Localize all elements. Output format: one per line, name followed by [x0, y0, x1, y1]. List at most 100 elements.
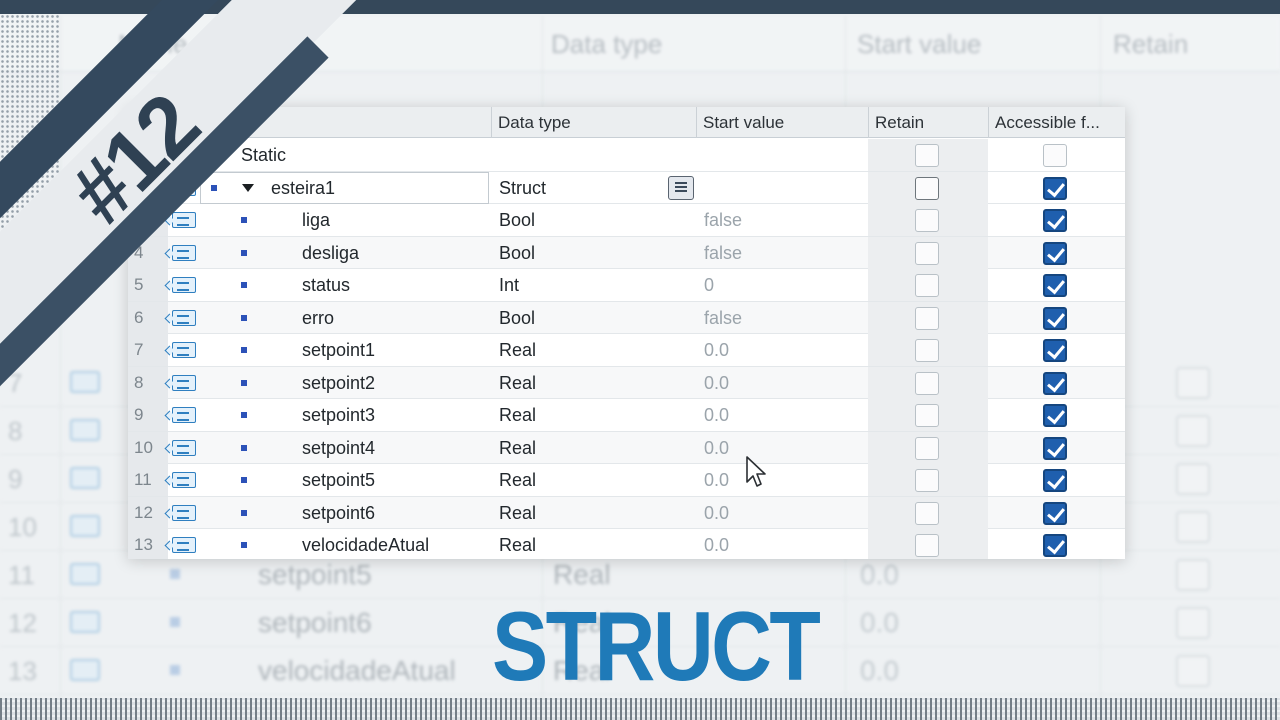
bottom-grunge-band	[0, 698, 1280, 720]
row-start-value[interactable]: 0.0	[704, 367, 729, 399]
row-number	[128, 139, 168, 171]
accessible-checkbox[interactable]	[1043, 501, 1067, 525]
table-row[interactable]: 4 desliga Bool false	[128, 236, 1125, 269]
background-row-number: 11	[8, 560, 35, 590]
row-number: 8	[128, 366, 168, 399]
accessible-checkbox[interactable]	[1043, 306, 1067, 330]
table-row[interactable]: 12 setpoint6 Real 0.0	[128, 496, 1125, 529]
retain-checkbox[interactable]	[915, 306, 939, 330]
row-name[interactable]: erro	[302, 302, 334, 334]
row-start-value[interactable]: 0.0	[704, 334, 729, 366]
retain-checkbox[interactable]	[915, 404, 939, 427]
column-header-accessible[interactable]: Accessible f...	[988, 107, 1125, 138]
accessible-checkbox[interactable]	[1043, 144, 1067, 167]
retain-checkbox[interactable]	[915, 209, 939, 232]
table-row[interactable]: 8 setpoint2 Real 0.0	[128, 366, 1125, 399]
accessible-checkbox[interactable]	[1043, 339, 1067, 362]
retain-checkbox[interactable]	[915, 176, 939, 200]
row-number: 4	[128, 236, 168, 269]
accessible-checkbox[interactable]	[1043, 209, 1067, 232]
row-name[interactable]: velocidadeAtual	[302, 529, 429, 559]
row-data-type[interactable]: Real	[499, 399, 536, 431]
retain-checkbox[interactable]	[915, 371, 939, 395]
row-data-type[interactable]: Bool	[499, 204, 535, 236]
row-start-value[interactable]: 0.0	[704, 399, 729, 431]
retain-checkbox[interactable]	[915, 534, 939, 557]
row-name[interactable]: desliga	[302, 237, 359, 269]
table-row[interactable]: 11 setpoint5 Real 0.0	[128, 464, 1125, 497]
table-row[interactable]: 7 setpoint1 Real 0.0	[128, 334, 1125, 367]
background-row-start: 0.0	[860, 655, 899, 686]
row-start-value[interactable]: false	[704, 237, 742, 269]
row-data-type[interactable]: Real	[499, 529, 536, 559]
collapse-triangle-icon[interactable]	[210, 151, 222, 159]
retain-checkbox[interactable]	[915, 469, 939, 492]
row-data-type[interactable]: Real	[499, 464, 536, 496]
row-data-type[interactable]: Real	[499, 497, 536, 529]
tag-icon	[172, 537, 196, 553]
table-row[interactable]: 2 esteira1 Struct	[128, 171, 1125, 204]
accessible-checkbox[interactable]	[1043, 176, 1067, 200]
table-row[interactable]: 6 erro Bool false	[128, 301, 1125, 334]
row-name[interactable]: esteira1	[271, 172, 335, 204]
row-data-type[interactable]: Bool	[499, 302, 535, 334]
row-name[interactable]: status	[302, 269, 350, 301]
accessible-checkbox[interactable]	[1043, 241, 1067, 265]
row-name[interactable]: setpoint6	[302, 497, 375, 529]
row-start-value[interactable]: false	[704, 204, 742, 236]
row-start-value[interactable]: 0.0	[704, 464, 729, 496]
accessible-checkbox[interactable]	[1043, 371, 1067, 395]
row-name[interactable]: setpoint4	[302, 432, 375, 464]
column-header-retain[interactable]: Retain	[868, 107, 988, 138]
row-start-value[interactable]: false	[704, 302, 742, 334]
row-data-type[interactable]: Struct	[499, 172, 546, 204]
row-name[interactable]: setpoint3	[302, 399, 375, 431]
row-name: Static	[241, 145, 287, 165]
table-row[interactable]: 3 liga Bool false	[128, 204, 1125, 237]
tag-icon	[172, 342, 196, 358]
accessible-checkbox[interactable]	[1043, 404, 1067, 427]
retain-checkbox[interactable]	[915, 436, 939, 460]
background-row-start: 0.0	[860, 607, 899, 638]
member-marker-icon	[241, 444, 247, 451]
accessible-checkbox[interactable]	[1043, 436, 1067, 460]
retain-checkbox[interactable]	[915, 274, 939, 297]
row-data-type[interactable]: Real	[499, 367, 536, 399]
struct-browse-button[interactable]	[668, 175, 694, 200]
background-row-number: 9	[8, 464, 23, 494]
row-name[interactable]: setpoint2	[302, 367, 375, 399]
table-row[interactable]: 9 setpoint3 Real 0.0	[128, 399, 1125, 432]
background-row-number: 8	[8, 416, 23, 446]
section-row[interactable]: Static	[128, 139, 1125, 172]
table-row[interactable]: 5 status Int 0	[128, 269, 1125, 302]
row-data-type[interactable]: Real	[499, 334, 536, 366]
accessible-checkbox[interactable]	[1043, 534, 1067, 557]
row-start-value[interactable]: 0.0	[704, 432, 729, 464]
row-name[interactable]: liga	[302, 204, 330, 236]
row-name[interactable]: setpoint1	[302, 334, 375, 366]
background-marker-icon	[170, 569, 180, 579]
column-header-data-type[interactable]: Data type	[491, 107, 696, 138]
table-row[interactable]: 10 setpoint4 Real 0.0	[128, 431, 1125, 464]
column-header-start-value[interactable]: Start value	[696, 107, 868, 138]
row-data-type[interactable]: Bool	[499, 237, 535, 269]
background-tag-icon	[70, 611, 100, 633]
retain-checkbox[interactable]	[915, 501, 939, 525]
retain-checkbox[interactable]	[915, 241, 939, 265]
retain-checkbox[interactable]	[915, 144, 939, 167]
row-name[interactable]: setpoint5	[302, 464, 375, 496]
background-header-name: Name	[118, 29, 188, 59]
table-row[interactable]: 13 velocidadeAtual Real 0.0	[128, 529, 1125, 559]
member-marker-icon	[241, 314, 247, 321]
background-checkbox	[1176, 415, 1210, 447]
accessible-checkbox[interactable]	[1043, 469, 1067, 492]
row-start-value[interactable]: 0.0	[704, 497, 729, 529]
row-start-value[interactable]: 0.0	[704, 529, 729, 559]
collapse-triangle-icon[interactable]	[242, 183, 254, 192]
column-header-name[interactable]: Name	[200, 107, 490, 138]
accessible-checkbox[interactable]	[1043, 274, 1067, 297]
row-data-type[interactable]: Real	[499, 432, 536, 464]
retain-checkbox[interactable]	[915, 339, 939, 362]
row-data-type[interactable]: Int	[499, 269, 519, 301]
row-start-value[interactable]: 0	[704, 269, 714, 301]
